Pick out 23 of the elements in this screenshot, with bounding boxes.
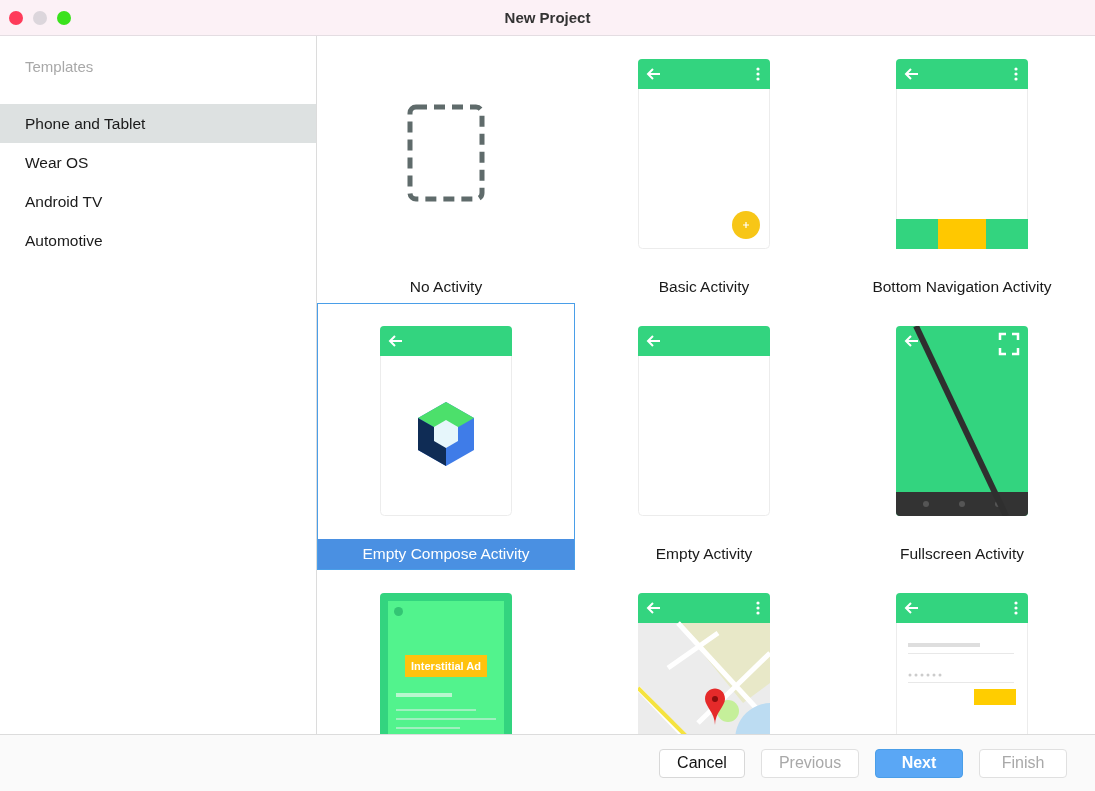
template-tile[interactable]: Fullscreen Activity xyxy=(833,303,1091,570)
template-label: Fullscreen Activity xyxy=(898,544,1025,564)
close-icon[interactable] xyxy=(9,10,23,25)
template-label: Bottom Navigation Activity xyxy=(871,277,1053,297)
template-label: No Activity xyxy=(408,277,484,297)
ad-label: Interstitial Ad xyxy=(405,655,487,677)
template-tile[interactable]: Bottom Navigation Activity xyxy=(833,36,1091,303)
template-tile[interactable]: Basic Activity xyxy=(575,36,833,303)
template-tile[interactable]: Empty Activity xyxy=(575,303,833,570)
sidebar-item[interactable]: Phone and Tablet xyxy=(0,104,316,143)
sidebar-item[interactable]: Automotive xyxy=(0,221,316,260)
sidebar-heading: Templates xyxy=(25,58,94,75)
zoom-icon[interactable] xyxy=(57,10,71,25)
dialog-button[interactable]: Cancel xyxy=(659,748,745,778)
template-tile[interactable]: No Activity xyxy=(317,36,575,303)
template-label: Empty Activity xyxy=(654,544,754,564)
minimize-icon[interactable] xyxy=(33,10,47,25)
template-label: Basic Activity xyxy=(657,277,751,297)
sidebar-item[interactable]: Wear OS xyxy=(0,143,316,182)
camera-dot-icon xyxy=(394,607,403,616)
sidebar-item[interactable]: Android TV xyxy=(0,182,316,221)
window-title: New Project xyxy=(504,9,591,26)
template-label: Empty Compose Activity xyxy=(318,539,574,569)
